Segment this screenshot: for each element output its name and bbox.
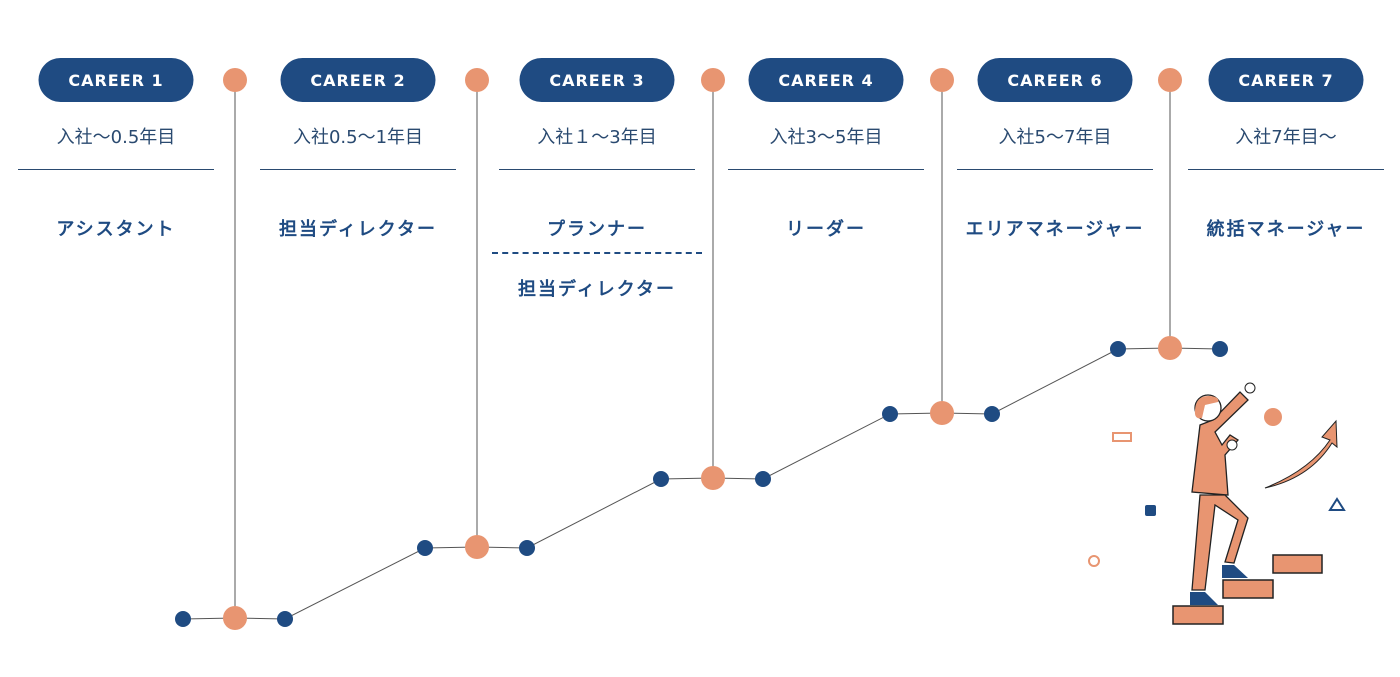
step-dot <box>1110 341 1126 357</box>
step-dot <box>653 471 669 487</box>
milestone-top-dot <box>223 68 247 92</box>
milestone-top-dot <box>701 68 725 92</box>
step-dot <box>417 540 433 556</box>
step-dot <box>882 406 898 422</box>
step-dot <box>277 611 293 627</box>
milestone-top-dot <box>465 68 489 92</box>
step-dot <box>755 471 771 487</box>
milestone-dot <box>930 401 954 425</box>
woman-climbing-stairs-illustration <box>1088 382 1346 625</box>
milestone-top-dot <box>930 68 954 92</box>
milestone-dot <box>701 466 725 490</box>
step-dot <box>984 406 1000 422</box>
milestone-dot <box>223 606 247 630</box>
step-dot <box>175 611 191 627</box>
step-dot <box>1212 341 1228 357</box>
career-step-diagram <box>175 68 1346 630</box>
milestone-top-dot <box>1158 68 1182 92</box>
step-dot <box>519 540 535 556</box>
milestone-dot <box>465 535 489 559</box>
progress-line <box>182 347 1221 620</box>
milestone-dot <box>1158 336 1182 360</box>
